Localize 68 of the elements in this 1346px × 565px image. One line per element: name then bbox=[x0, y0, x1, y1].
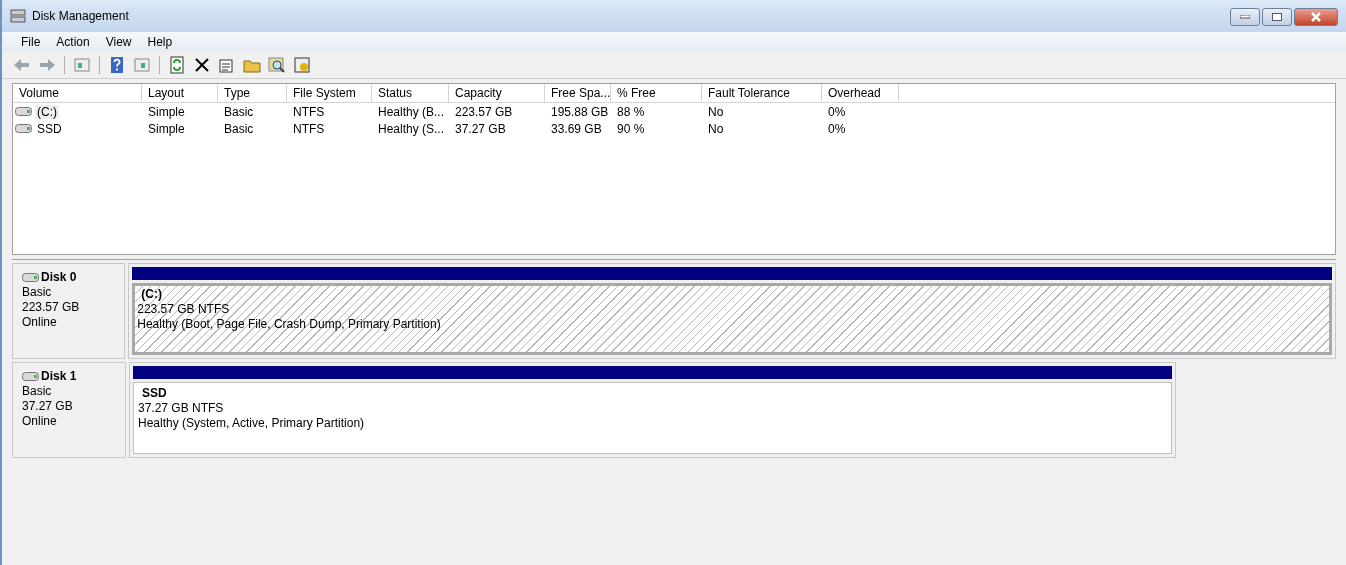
table-cell: 0% bbox=[828, 104, 846, 119]
magnifier-icon[interactable] bbox=[267, 55, 287, 75]
partition-block[interactable]: SSD 37.27 GB NTFS Healthy (System, Active, Primary Partition) bbox=[133, 382, 1172, 454]
table-cell: No bbox=[708, 121, 724, 136]
drive-icon bbox=[22, 372, 39, 381]
table-cell[interactable]: SSD bbox=[35, 121, 64, 136]
column-header[interactable]: Capacity bbox=[449, 84, 545, 102]
menu-item[interactable]: File bbox=[14, 35, 48, 49]
partition-status: Healthy (Boot, Page File, Crash Dump, Primary Partition) bbox=[137, 317, 442, 332]
table-cell: Healthy (S... bbox=[378, 121, 445, 136]
pane-icon[interactable] bbox=[72, 55, 92, 75]
column-header[interactable]: Overhead bbox=[822, 84, 899, 102]
column-header[interactable]: Free Spa... bbox=[545, 84, 611, 102]
window-title: Disk Management bbox=[32, 9, 130, 23]
column-header[interactable]: Layout bbox=[142, 84, 218, 102]
maximize-icon bbox=[1272, 13, 1282, 21]
partition-status: Healthy (System, Active, Primary Partition) bbox=[138, 416, 366, 431]
table-cell[interactable]: (C:) bbox=[35, 104, 59, 119]
minimize-icon bbox=[1240, 15, 1250, 19]
table-cell: 33.69 GB bbox=[551, 121, 602, 136]
table-cell: Healthy (B... bbox=[378, 104, 445, 119]
column-header[interactable]: Type bbox=[218, 84, 287, 102]
table-cell: 223.57 GB bbox=[455, 104, 513, 119]
table-cell: 195.88 GB bbox=[551, 104, 609, 119]
maximize-button[interactable] bbox=[1262, 8, 1292, 26]
drive-icon bbox=[22, 273, 39, 282]
minimize-button[interactable] bbox=[1230, 8, 1260, 26]
disk-management-icon bbox=[10, 8, 26, 24]
drive-icon bbox=[15, 107, 32, 116]
table-cell: Simple bbox=[148, 104, 185, 119]
table-cell: NTFS bbox=[293, 121, 325, 136]
disk-name: Disk 0 bbox=[41, 270, 77, 285]
disk-type: Basic bbox=[22, 384, 53, 399]
menu-item[interactable]: View bbox=[98, 35, 139, 49]
column-header[interactable]: Status bbox=[372, 84, 449, 102]
menu-item[interactable]: Help bbox=[140, 35, 180, 49]
partition-block[interactable]: (C:) 223.57 GB NTFS Healthy (Boot, Page File, Crash Dump, Primary Partition) bbox=[132, 283, 1332, 355]
disk-status: Online bbox=[22, 315, 58, 330]
drive-icon bbox=[15, 124, 32, 133]
close-icon bbox=[1310, 12, 1322, 22]
table-cell: Basic bbox=[224, 104, 254, 119]
column-header[interactable]: Fault Tolerance bbox=[702, 84, 822, 102]
refresh-icon[interactable] bbox=[167, 55, 187, 75]
table-cell: No bbox=[708, 104, 724, 119]
table-cell: 90 % bbox=[617, 121, 645, 136]
table-cell: Simple bbox=[148, 121, 185, 136]
partition-size: 223.57 GB NTFS bbox=[137, 302, 231, 317]
table-cell: 0% bbox=[828, 121, 846, 136]
table-cell: 88 % bbox=[617, 104, 645, 119]
partition-name: (C:) bbox=[140, 287, 163, 302]
menu-item[interactable]: Action bbox=[49, 35, 97, 49]
pane-icon[interactable] bbox=[132, 55, 152, 75]
table-cell: NTFS bbox=[293, 104, 325, 119]
disk-status: Online bbox=[22, 414, 58, 429]
disk-type: Basic bbox=[22, 285, 53, 300]
partition-size: 37.27 GB NTFS bbox=[138, 401, 225, 416]
disk-size: 37.27 GB bbox=[22, 399, 74, 414]
column-header[interactable]: % Free bbox=[611, 84, 702, 102]
column-header[interactable]: File System bbox=[287, 84, 372, 102]
disk-info-panel[interactable]: Disk 0 Basic 223.57 GB Online bbox=[12, 263, 126, 359]
partition-name: SSD bbox=[141, 386, 168, 401]
disk-size: 223.57 GB bbox=[22, 300, 81, 315]
disk-name: Disk 1 bbox=[41, 369, 77, 384]
close-button[interactable] bbox=[1294, 8, 1338, 26]
table-cell: Basic bbox=[224, 121, 254, 136]
disk-info-panel[interactable]: Disk 1 Basic 37.27 GB Online bbox=[12, 362, 126, 458]
column-header[interactable]: Volume bbox=[13, 84, 142, 102]
table-cell: 37.27 GB bbox=[455, 121, 506, 136]
